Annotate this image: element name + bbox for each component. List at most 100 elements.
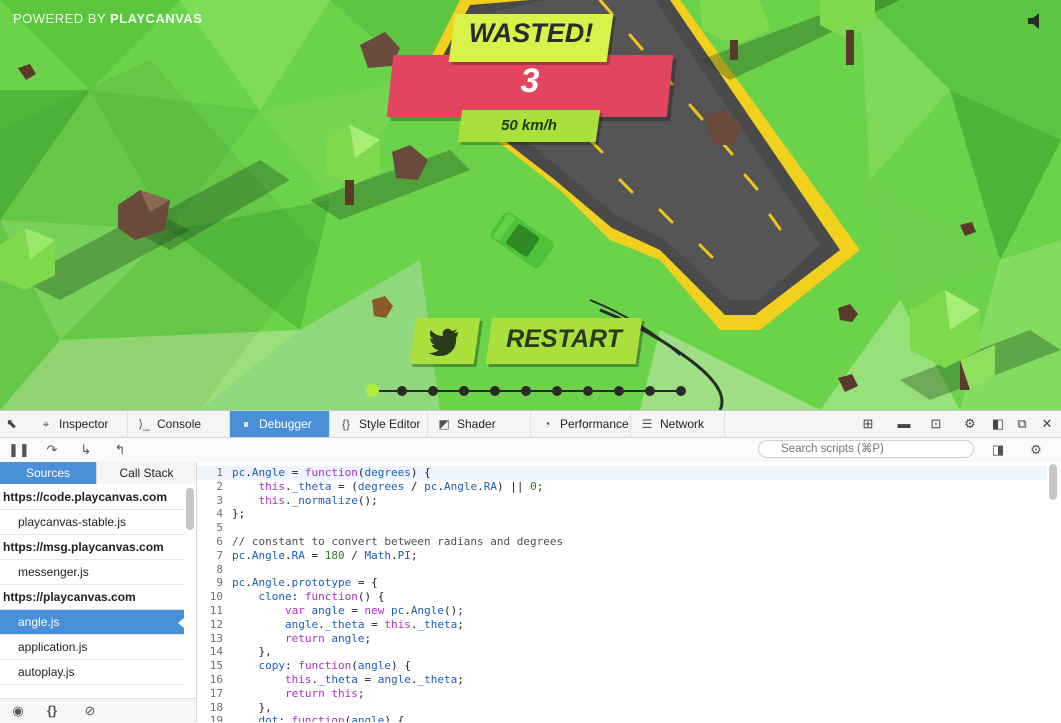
code-line[interactable]: 18 },: [197, 701, 1047, 715]
source-file[interactable]: angle.js: [0, 610, 184, 635]
tab-label: Performance: [560, 417, 629, 431]
pretty-print-icon[interactable]: {}: [42, 701, 62, 721]
line-number[interactable]: 12: [197, 618, 223, 631]
progress-dot: [645, 386, 655, 396]
powered-by-label: POWERED BY PLAYCANVAS: [13, 11, 203, 26]
tab-shader-editor[interactable]: ◩Shader Editor: [428, 411, 531, 457]
score-value: 3: [520, 62, 540, 100]
code-line[interactable]: 4};: [197, 507, 1047, 521]
tab-performance[interactable]: ◔ Performance: [531, 411, 631, 437]
inspector-icon: ⌖: [42, 417, 50, 431]
code-text: var angle = new pc.Angle();: [284, 604, 464, 617]
line-number[interactable]: 6: [197, 535, 223, 548]
sidebar-footer: ◉ {} ⊘: [0, 698, 196, 723]
step-over-icon[interactable]: ↷: [42, 440, 62, 460]
code-line[interactable]: 8: [197, 563, 1047, 577]
line-number[interactable]: 13: [197, 632, 223, 645]
progress-dot: [614, 386, 624, 396]
source-file[interactable]: playcanvas-stable.js: [0, 510, 184, 535]
code-line[interactable]: 10 clone: function() {: [197, 590, 1047, 604]
tab-debugger[interactable]: ⏸ Debugger: [230, 411, 330, 437]
code-line[interactable]: 13 return angle;: [197, 632, 1047, 646]
settings-icon[interactable]: ⚙: [960, 414, 980, 434]
line-number[interactable]: 4: [197, 507, 223, 520]
tab-console[interactable]: ⟩_ Console: [128, 411, 230, 437]
tab-network[interactable]: ☰ Network: [631, 411, 725, 437]
line-number[interactable]: 16: [197, 673, 223, 686]
line-number[interactable]: 17: [197, 687, 223, 700]
blackbox-icon[interactable]: ⊘: [80, 701, 100, 721]
responsive-design-icon[interactable]: ⊞: [858, 414, 878, 434]
debugger-settings-icon[interactable]: ⚙: [1026, 440, 1046, 460]
line-number[interactable]: 18: [197, 701, 223, 714]
line-number[interactable]: 5: [197, 521, 223, 534]
progress-dot: [583, 386, 593, 396]
devtools-panel: ⬉ ⌖ Inspector ⟩_ Console ⏸ Debugger {} Style Ed…: [0, 410, 1061, 723]
code-line[interactable]: 9 pc.Angle.prototype = {: [197, 576, 1047, 590]
code-line[interactable]: 7 pc.Angle.RA = 180 / Math.PI;: [197, 549, 1047, 563]
step-out-icon[interactable]: ↰: [110, 440, 130, 460]
restart-button[interactable]: [485, 318, 643, 364]
tab-label: Inspector: [59, 417, 109, 431]
tab-sources[interactable]: Sources: [0, 462, 96, 484]
code-line[interactable]: 3 this._normalize();: [197, 494, 1047, 508]
source-host[interactable]: https://playcanvas.com: [0, 585, 184, 610]
search-scripts-input[interactable]: [758, 440, 974, 458]
performance-icon: ◔: [543, 417, 551, 431]
tab-style-editor[interactable]: {} Style Editor: [330, 411, 428, 437]
debugger-toolbar: ❚❚ ↷ ↳ ↰ ◨ ⚙: [0, 438, 1061, 463]
undock-icon[interactable]: ⧉: [1012, 414, 1032, 434]
toggle-sidebar-icon[interactable]: ◨: [988, 440, 1008, 460]
code-line[interactable]: 2 this._theta = (degrees / pc.Angle.RA) …: [197, 480, 1047, 494]
code-line[interactable]: 15 copy: function(angle) {: [197, 659, 1047, 673]
style-editor-icon: {}: [341, 417, 350, 431]
source-host[interactable]: https://msg.playcanvas.com: [0, 535, 184, 560]
game-canvas[interactable]: POWERED BY PLAYCANVAS 3 WASTED! 50 km/h …: [0, 0, 1061, 410]
screenshot-icon[interactable]: ⊡: [926, 414, 946, 434]
editor-scrollbar[interactable]: [1049, 464, 1057, 500]
close-icon[interactable]: ✕: [1037, 414, 1057, 434]
level-progress: [366, 384, 686, 398]
line-number[interactable]: 7: [197, 549, 223, 562]
line-number[interactable]: 9: [197, 576, 223, 589]
sound-toggle-icon[interactable]: [1026, 10, 1046, 32]
code-text: return angle;: [284, 631, 372, 645]
split-console-icon[interactable]: ▬: [894, 414, 914, 434]
source-host[interactable]: https://code.playcanvas.com: [0, 485, 184, 510]
line-number[interactable]: 2: [197, 480, 223, 493]
code-line[interactable]: 14 },: [197, 645, 1047, 659]
tab-inspector[interactable]: ⌖ Inspector: [30, 411, 128, 437]
tab-call-stack[interactable]: Call Stack: [96, 462, 196, 484]
element-picker-icon[interactable]: ⬉: [6, 416, 22, 432]
source-file[interactable]: application.js: [0, 635, 184, 660]
code-line[interactable]: 12 angle._theta = this._theta;: [197, 618, 1047, 632]
code-line[interactable]: 16 this._theta = angle._theta;: [197, 673, 1047, 687]
source-file[interactable]: messenger.js: [0, 560, 184, 585]
code-line[interactable]: 1 pc.Angle = function(degrees) {: [197, 466, 1047, 480]
code-line[interactable]: 5: [197, 521, 1047, 535]
line-number[interactable]: 8: [197, 563, 223, 576]
line-number[interactable]: 11: [197, 604, 223, 617]
progress-dot: [552, 386, 562, 396]
sidebar-scrollbar[interactable]: [186, 488, 194, 530]
code-line[interactable]: 11 var angle = new pc.Angle();: [197, 604, 1047, 618]
line-number[interactable]: 15: [197, 659, 223, 672]
code-editor[interactable]: 1 pc.Angle = function(degrees) {2 this._t…: [197, 462, 1061, 722]
dock-side-icon[interactable]: ◧: [988, 414, 1008, 434]
code-text: pc.Angle = function(degrees) {: [232, 466, 431, 479]
source-file[interactable]: autoplay.js: [0, 660, 184, 685]
line-number[interactable]: 1: [197, 466, 223, 479]
code-line[interactable]: 17 return this;: [197, 687, 1047, 701]
line-number[interactable]: 3: [197, 494, 223, 507]
eye-icon[interactable]: ◉: [8, 701, 28, 721]
step-in-icon[interactable]: ↳: [76, 440, 96, 460]
line-number[interactable]: 10: [197, 590, 223, 603]
code-text: this._theta = (degrees / pc.Angle.RA) ||…: [258, 479, 544, 493]
line-number[interactable]: 14: [197, 645, 223, 658]
progress-dot: [397, 386, 407, 396]
network-icon: ☰: [641, 417, 653, 431]
code-text: },: [232, 700, 272, 714]
pause-icon[interactable]: ❚❚: [8, 440, 30, 460]
tab-label: Network: [660, 417, 705, 431]
code-line[interactable]: 6 // constant to convert between radians …: [197, 535, 1047, 549]
